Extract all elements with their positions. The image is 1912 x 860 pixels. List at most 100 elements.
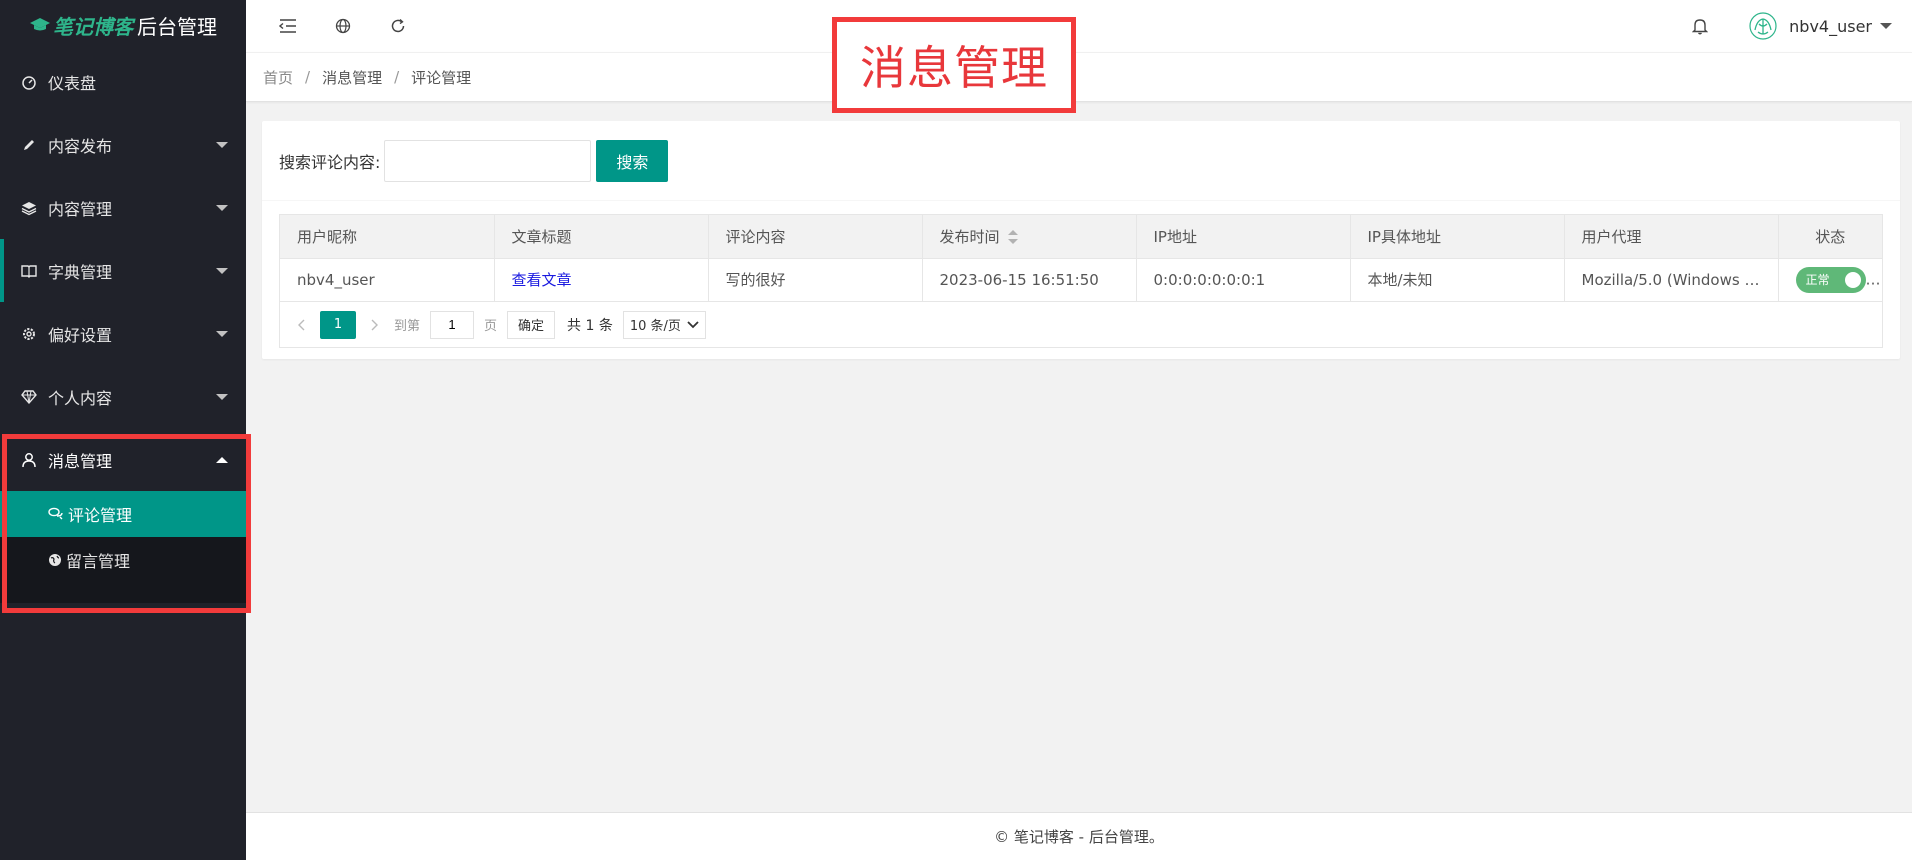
jump-label: 到第 [394, 319, 421, 334]
username: nbv4_user [1789, 16, 1872, 36]
caret-down-icon [216, 141, 228, 148]
user-icon [20, 451, 38, 469]
toggle-knob [1844, 271, 1861, 288]
brand: 笔记博客 [29, 11, 133, 40]
dashboard-icon [20, 73, 38, 91]
avatar [1749, 12, 1777, 40]
next-page-icon[interactable] [362, 311, 386, 339]
user-menu[interactable]: nbv4_user [1749, 0, 1892, 52]
sidebar-item-label: 内容管理 [48, 199, 113, 219]
cell-nickname: nbv4_user [280, 258, 495, 302]
column-header-content: 评论内容 [708, 215, 923, 259]
cell-content: 写的很好 [708, 258, 923, 302]
sidebar-subitem-label: 评论管理 [68, 506, 133, 525]
column-header-location: IP具体地址 [1350, 215, 1565, 259]
sidebar: 笔记博客 后台管理 仪表盘 内容发布 内容管理 字典管理 偏好设置 个人内容 消… [0, 0, 251, 860]
sidebar-item-messages[interactable]: 消息管理 [0, 428, 246, 491]
breadcrumb-home[interactable]: 首页 [263, 67, 293, 88]
table-header-row: 用户昵称 文章标题 评论内容 发布时间 IP地址 IP具体地址 用户代理 状态 [280, 215, 1882, 259]
cell-ip: 0:0:0:0:0:0:0:1 [1136, 258, 1351, 302]
cell-time: 2023-06-15 16:51:50 [922, 258, 1137, 302]
globe-icon [48, 553, 62, 567]
sidebar-subitem-comments[interactable]: 评论管理 [0, 491, 246, 537]
sidebar-item-label: 字典管理 [48, 262, 113, 282]
pencil-icon [20, 136, 38, 154]
cell-status: 正常 [1778, 258, 1882, 302]
page-size-select[interactable]: 10 条/页 [622, 310, 706, 339]
footer: © 笔记博客 - 后台管理。 [246, 812, 1912, 860]
cell-article: 查看文章 [494, 258, 709, 302]
sidebar-subitem-guestbook[interactable]: 留言管理 [0, 537, 246, 583]
sidebar-item-dashboard[interactable]: 仪表盘 [0, 50, 246, 113]
search-bar: 搜索评论内容: 搜索 [262, 121, 1900, 201]
top-header: nbv4_user [246, 0, 1912, 52]
logo[interactable]: 笔记博客 后台管理 [0, 0, 246, 50]
sidebar-item-personal[interactable]: 个人内容 [0, 365, 246, 428]
comments-card: 搜索评论内容: 搜索 用户昵称 文章标题 评论内容 发布时间 IP地址 IP具体… [262, 121, 1900, 359]
sidebar-item-publish[interactable]: 内容发布 [0, 113, 246, 176]
caret-down-icon [216, 267, 228, 274]
chevron-down-icon [687, 320, 699, 328]
comments-table: 用户昵称 文章标题 评论内容 发布时间 IP地址 IP具体地址 用户代理 状态 … [279, 214, 1883, 348]
cell-location: 本地/未知 [1350, 258, 1565, 302]
sidebar-subitem-label: 留言管理 [66, 552, 131, 571]
page-size-value: 10 条/页 [629, 319, 681, 334]
caret-down-icon [216, 330, 228, 337]
sort-icon[interactable] [1007, 230, 1018, 245]
search-button[interactable]: 搜索 [596, 139, 669, 182]
book-icon [20, 262, 38, 280]
sidebar-item-content[interactable]: 内容管理 [0, 176, 246, 239]
jump-confirm-button[interactable]: 确定 [507, 310, 556, 339]
graduation-cap-icon [30, 18, 50, 31]
diamond-icon [20, 388, 38, 406]
column-header-time-label: 发布时间 [939, 227, 1000, 246]
sidebar-item-label: 偏好设置 [48, 325, 113, 345]
sidebar-item-label: 仪表盘 [48, 73, 97, 93]
messages-submenu: 评论管理 留言管理 [0, 491, 246, 603]
breadcrumb-separator: / [394, 68, 400, 86]
sidebar-item-preferences[interactable]: 偏好设置 [0, 302, 246, 365]
table-row: nbv4_user 查看文章 写的很好 2023-06-15 16:51:50 … [280, 258, 1882, 302]
sidebar-item-dictionary[interactable]: 字典管理 [0, 239, 246, 302]
caret-down-icon [1880, 23, 1892, 29]
jump-page-input[interactable] [430, 310, 475, 339]
breadcrumb-level2: 评论管理 [411, 68, 472, 87]
sidebar-item-label: 消息管理 [48, 451, 113, 471]
breadcrumb-separator: / [305, 68, 311, 86]
logo-suffix: 后台管理 [137, 14, 217, 39]
column-header-article: 文章标题 [494, 215, 709, 259]
layers-icon [20, 199, 38, 217]
comments-icon [48, 507, 64, 521]
sidebar-item-label: 个人内容 [48, 388, 113, 408]
refresh-icon[interactable] [386, 14, 410, 38]
gear-icon [20, 325, 38, 343]
view-article-link[interactable]: 查看文章 [512, 271, 572, 289]
submenu-spacer [0, 583, 246, 603]
menu-toggle-icon[interactable] [276, 14, 300, 38]
search-label: 搜索评论内容: [279, 152, 381, 172]
breadcrumb-level1[interactable]: 消息管理 [322, 67, 382, 88]
column-header-ip: IP地址 [1136, 215, 1351, 259]
globe-icon[interactable] [331, 14, 355, 38]
column-header-agent: 用户代理 [1564, 215, 1779, 259]
search-input[interactable] [384, 139, 592, 182]
bell-icon[interactable] [1688, 14, 1712, 38]
caret-up-icon [216, 456, 228, 463]
breadcrumb: 首页 / 消息管理 / 评论管理 [246, 52, 1912, 102]
total-count: 共 1 条 [567, 317, 613, 334]
brand-name: 笔记博客 [53, 14, 133, 39]
column-header-nickname: 用户昵称 [280, 215, 495, 259]
cell-agent: Mozilla/5.0 (Windows NT 10.0; Win64; x64… [1564, 258, 1779, 302]
current-page[interactable]: 1 [320, 310, 356, 339]
page-unit-label: 页 [484, 319, 498, 334]
pagination: 1 到第 页 确定 共 1 条 10 条/页 [280, 302, 1882, 348]
status-toggle-label: 正常 [1805, 273, 1830, 287]
caret-down-icon [216, 204, 228, 211]
column-header-time[interactable]: 发布时间 [922, 215, 1137, 259]
caret-down-icon [216, 393, 228, 400]
sidebar-item-label: 内容发布 [48, 136, 113, 156]
annotation-title: 消息管理 [832, 17, 1076, 113]
status-toggle[interactable]: 正常 [1795, 266, 1866, 293]
column-header-status: 状态 [1778, 215, 1882, 259]
prev-page-icon[interactable] [290, 311, 314, 339]
